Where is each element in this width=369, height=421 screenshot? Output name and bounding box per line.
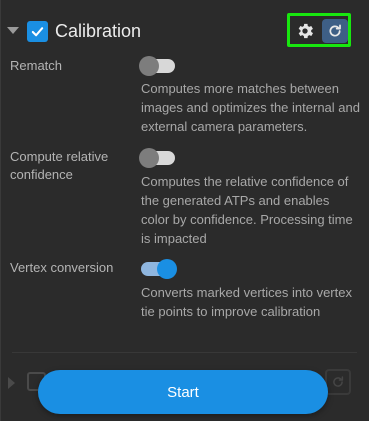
rematch-label: Rematch <box>10 58 63 73</box>
toggle-knob <box>139 56 159 76</box>
section-title: Calibration <box>55 21 142 41</box>
vertex-conversion-toggle[interactable] <box>141 259 177 279</box>
next-section-reset-button[interactable] <box>325 369 351 395</box>
refresh-icon <box>329 24 341 37</box>
relative-confidence-toggle[interactable] <box>139 148 175 168</box>
toggle-knob <box>157 259 177 279</box>
rematch-toggle[interactable] <box>139 56 175 76</box>
gear-icon <box>298 23 313 39</box>
start-button[interactable]: Start <box>38 370 328 414</box>
checkmark-icon <box>31 27 44 37</box>
relative-confidence-label: Compute relative confidence <box>10 149 109 182</box>
caret-down-icon[interactable] <box>7 27 19 34</box>
relative-confidence-description: Computes the relative confidence of the … <box>141 174 353 246</box>
vertex-conversion-description: Converts marked vertices into vertex tie… <box>141 285 352 319</box>
section-divider <box>12 352 357 353</box>
rematch-description: Computes more matches between images and… <box>141 81 360 134</box>
refresh-icon <box>333 376 344 387</box>
calibration-enable-checkbox[interactable] <box>27 21 48 42</box>
settings-button[interactable] <box>294 20 316 42</box>
processing-panel: Calibration Rematch Computes more matche… <box>0 0 369 421</box>
reset-button[interactable] <box>322 19 348 43</box>
header-tools-highlight <box>287 13 351 47</box>
toggle-knob <box>139 148 159 168</box>
calibration-header: Calibration <box>0 0 369 62</box>
caret-right-icon[interactable] <box>8 377 15 389</box>
vertex-conversion-label: Vertex conversion <box>10 260 114 275</box>
